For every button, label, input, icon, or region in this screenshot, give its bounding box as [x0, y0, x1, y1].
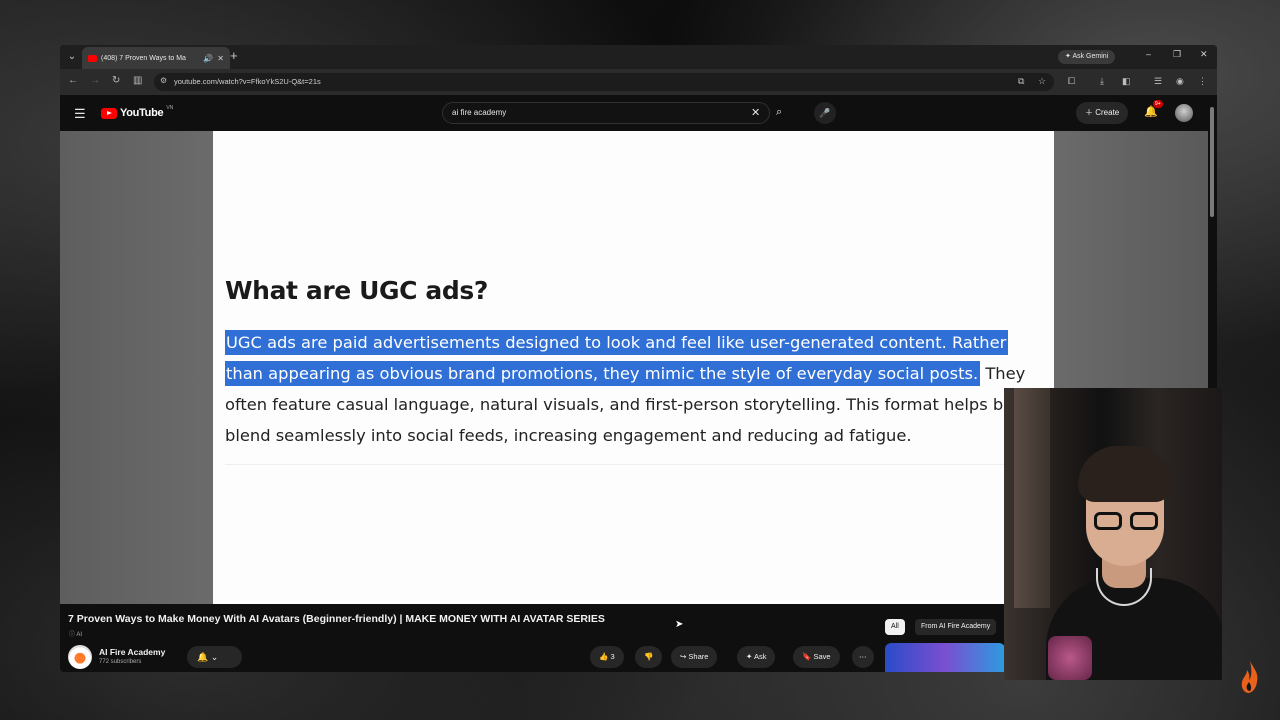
presenter-glasses: [1094, 512, 1164, 530]
ask-button[interactable]: ✦ Ask: [737, 646, 776, 668]
ask-gemini-label: Ask Gemini: [1072, 53, 1109, 60]
profile-icon[interactable]: ◉: [1176, 76, 1184, 87]
tab-title: (408) 7 Proven Ways to Ma: [101, 54, 186, 62]
selected-text-line-1: UGC ads are paid advertisements designed…: [225, 330, 1009, 355]
create-label: Create: [1095, 108, 1120, 117]
channel-name[interactable]: AI Fire Academy: [99, 647, 165, 657]
slide-heading: What are UGC ads?: [225, 276, 488, 305]
youtube-play-icon: [101, 107, 117, 119]
filter-chip-all[interactable]: All: [885, 619, 905, 635]
menu-kebab-icon[interactable]: ⋮: [1198, 76, 1207, 87]
restore-icon[interactable]: ❐: [1173, 49, 1181, 60]
youtube-wordmark: YouTube: [120, 107, 164, 119]
text-line-4: blend seamlessly into social feeds, incr…: [225, 426, 912, 445]
text-line-3: often feature casual language, natural v…: [225, 395, 1010, 414]
youtube-logo[interactable]: YouTube VN: [101, 105, 174, 119]
bookmark-icon: 🔖: [802, 652, 812, 661]
close-window-icon[interactable]: ✕: [1200, 49, 1208, 60]
webcam-overlay: [1004, 388, 1222, 680]
tab-search-icon[interactable]: ⌄: [64, 49, 80, 65]
forward-icon[interactable]: →: [90, 75, 100, 86]
youtube-header: ☰ YouTube VN ai fire academy ✕ ⌕ 🎤 ＋ Cre…: [60, 95, 1217, 131]
player-left-margin: [60, 131, 213, 604]
slide-document: What are UGC ads? UGC ads are paid adver…: [213, 131, 1054, 604]
create-button[interactable]: ＋ Create: [1076, 102, 1129, 124]
sparkle-icon: ✦: [746, 652, 753, 661]
notification-badge: 9+: [1153, 100, 1163, 108]
speaker-icon[interactable]: 🔊: [203, 54, 213, 63]
text-line-2-rest: They: [980, 364, 1026, 383]
recommended-video-thumbnail[interactable]: [885, 643, 1005, 672]
like-button[interactable]: 👍 3: [590, 646, 624, 668]
slide-paragraph: UGC ads are paid advertisements designed…: [225, 327, 1054, 451]
save-button[interactable]: 🔖 Save: [793, 646, 840, 668]
bell-icon: 🔔: [197, 652, 209, 662]
youtube-favicon-icon: [88, 54, 97, 62]
bookmark-star-icon[interactable]: ☆: [1038, 76, 1046, 87]
download-icon[interactable]: ⤓: [1100, 76, 1104, 87]
side-panel-icon[interactable]: ▥: [133, 75, 142, 86]
divider: [225, 464, 1025, 465]
like-count: 3: [610, 652, 615, 661]
ask-gemini-button[interactable]: ✦ Ask Gemini: [1058, 50, 1116, 64]
site-info-icon[interactable]: ⚙: [160, 76, 167, 85]
reload-icon[interactable]: ↻: [112, 75, 120, 86]
filter-chip-from-channel[interactable]: From AI Fire Academy: [915, 619, 997, 635]
flame-logo-icon: [1241, 661, 1258, 693]
address-bar[interactable]: ⚙ youtube.com/watch?v=FfkoYkS2U-Q&t=21s: [154, 73, 1054, 91]
save-label: Save: [813, 652, 831, 661]
thumbs-up-icon: 👍: [599, 652, 609, 661]
tab-strip: ⌄ (408) 7 Proven Ways to Ma 🔊 ✕ + ✦ Ask …: [60, 45, 1217, 69]
mouse-cursor-icon: ➤: [675, 619, 684, 630]
close-tab-icon[interactable]: ✕: [217, 54, 224, 63]
desk-mug: [1048, 636, 1092, 680]
chevron-down-icon: ⌄: [210, 652, 219, 662]
page-scrollbar[interactable]: [1210, 107, 1214, 217]
share-icon: ↪: [680, 652, 687, 661]
webcam-door: [1014, 388, 1050, 608]
hamburger-menu-icon[interactable]: ☰: [74, 106, 86, 122]
ask-label: Ask: [753, 652, 767, 661]
tab-groups-icon[interactable]: ☰: [1154, 76, 1162, 87]
cast-icon[interactable]: ⧉: [1018, 76, 1024, 87]
selected-text-line-2: than appearing as obvious brand promotio…: [225, 361, 981, 386]
presenter-hair: [1078, 446, 1172, 502]
channel-avatar[interactable]: [68, 645, 92, 669]
ai-label-text: AI: [76, 632, 83, 638]
search-input[interactable]: ai fire academy: [452, 108, 506, 117]
minimize-icon[interactable]: –: [1146, 49, 1151, 59]
video-title: 7 Proven Ways to Make Money With AI Avat…: [68, 613, 605, 625]
back-icon[interactable]: ←: [68, 75, 78, 86]
extensions-icon[interactable]: ⧠: [1068, 76, 1075, 87]
translate-icon[interactable]: ◧: [1122, 76, 1131, 87]
search-box[interactable]: ai fire academy ✕: [442, 102, 770, 124]
subscriber-count: 772 subscribers: [99, 659, 142, 665]
ai-label: ⓘ AI: [69, 632, 83, 638]
clear-search-icon[interactable]: ✕: [751, 106, 760, 119]
search-icon[interactable]: ⌕: [776, 106, 782, 119]
new-tab-icon[interactable]: +: [230, 48, 238, 63]
voice-search-icon[interactable]: 🎤: [814, 102, 836, 124]
thumbs-down-icon: 👎: [644, 652, 654, 661]
subscribed-bell-button[interactable]: 🔔 ⌄: [187, 646, 242, 668]
share-button[interactable]: ↪ Share: [671, 646, 718, 668]
url-text: youtube.com/watch?v=FfkoYkS2U-Q&t=21s: [174, 77, 321, 86]
account-avatar[interactable]: [1175, 104, 1193, 122]
browser-tab[interactable]: (408) 7 Proven Ways to Ma 🔊 ✕: [82, 47, 230, 69]
country-code: VN: [166, 105, 174, 111]
more-actions-icon[interactable]: ⋯: [852, 646, 874, 668]
toolbar: ← → ↻ ▥ ⚙ youtube.com/watch?v=FfkoYkS2U-…: [60, 69, 1217, 95]
dislike-button[interactable]: 👎: [635, 646, 663, 668]
share-label: Share: [688, 652, 709, 661]
